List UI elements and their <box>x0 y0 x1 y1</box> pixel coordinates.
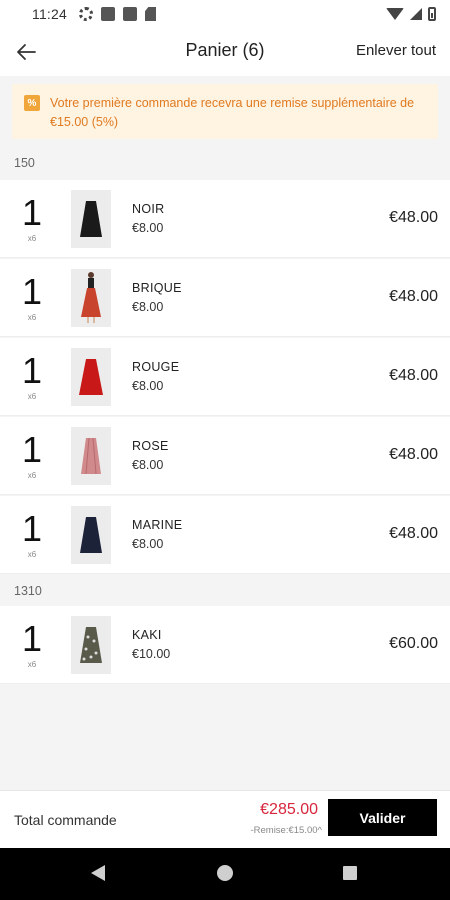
item-unit-price: €8.00 <box>132 379 164 393</box>
cart-item[interactable]: 1 x6 ROSE €8.00 €48.00 <box>0 417 450 495</box>
notification-square-icon <box>101 7 115 21</box>
sd-card-icon <box>145 7 156 21</box>
cart-item[interactable]: 1 x6 ROUGE €8.00 €48.00 <box>0 338 450 416</box>
signal-icon <box>410 8 422 20</box>
product-image[interactable] <box>71 190 111 248</box>
quantity-value: 1 <box>21 618 43 659</box>
checkout-footer: Total commande €285.00 -Remise:€15.00^ V… <box>0 790 450 848</box>
recent-apps-square-icon[interactable] <box>343 866 357 880</box>
skirt-icon <box>80 201 102 237</box>
item-unit-price: €8.00 <box>132 300 164 314</box>
home-circle-icon[interactable] <box>217 865 233 881</box>
group-header: 1310 <box>0 574 450 608</box>
item-total: €48.00 <box>389 525 438 542</box>
item-name: NOIR <box>132 202 165 216</box>
discount-note: -Remise:€15.00 <box>250 825 318 836</box>
item-unit-price: €8.00 <box>132 537 164 551</box>
quantity-value: 1 <box>21 508 43 549</box>
item-total: €60.00 <box>389 635 438 652</box>
quantity-multiplier: x6 <box>27 550 37 559</box>
group-label: 1310 <box>14 584 42 598</box>
quantity-multiplier: x6 <box>27 471 37 480</box>
item-name: MARINE <box>132 518 183 532</box>
item-total: €48.00 <box>389 209 438 226</box>
quantity[interactable]: 1 x6 <box>12 350 52 402</box>
product-image[interactable] <box>71 269 111 327</box>
status-time: 11:24 <box>32 6 67 22</box>
quantity-multiplier: x6 <box>27 313 37 322</box>
quantity-value: 1 <box>21 271 43 312</box>
quantity-value: 1 <box>21 350 43 391</box>
back-triangle-icon[interactable] <box>91 865 105 881</box>
total-label: Total commande <box>14 812 117 828</box>
item-name: KAKI <box>132 628 162 642</box>
quantity-multiplier: x6 <box>27 234 37 243</box>
promo-text: Votre première commande recevra une remi… <box>50 96 415 129</box>
item-name: BRIQUE <box>132 281 182 295</box>
group-header: 150 <box>0 146 450 180</box>
quantity[interactable]: 1 x6 <box>12 192 52 244</box>
product-image[interactable] <box>71 616 111 674</box>
total-price: €285.00 <box>260 801 318 818</box>
item-unit-price: €8.00 <box>132 458 164 472</box>
item-name: ROUGE <box>132 360 180 374</box>
battery-icon <box>428 7 436 21</box>
item-total: €48.00 <box>389 446 438 463</box>
quantity-value: 1 <box>21 192 43 233</box>
cart-item[interactable]: 1 x6 BRIQUE €8.00 €48.00 <box>0 259 450 337</box>
cart-item[interactable]: 1 x6 KAKI €10.00 €60.00 <box>0 606 450 684</box>
item-name: ROSE <box>132 439 169 453</box>
quantity-multiplier: x6 <box>27 660 37 669</box>
cart-item[interactable]: 1 x6 NOIR €8.00 €48.00 <box>0 180 450 258</box>
group-label: 150 <box>14 156 35 170</box>
model-skirt-icon <box>81 272 101 323</box>
promo-banner: % Votre première commande recevra une re… <box>12 84 438 139</box>
product-image[interactable] <box>71 427 111 485</box>
product-image[interactable] <box>71 506 111 564</box>
skirt-icon <box>81 437 101 475</box>
item-total: €48.00 <box>389 288 438 305</box>
skirt-icon <box>79 359 103 395</box>
discount-toggle[interactable]: -Remise:€15.00^ <box>250 825 322 836</box>
skirt-icon <box>80 627 102 663</box>
skirt-icon <box>80 517 102 553</box>
quantity[interactable]: 1 x6 <box>12 508 52 560</box>
validate-button[interactable]: Valider <box>328 799 437 836</box>
notification-square-icon <box>123 7 137 21</box>
quantity[interactable]: 1 x6 <box>12 618 52 670</box>
quantity-value: 1 <box>21 429 43 470</box>
system-nav-bar <box>0 848 450 900</box>
cart-item[interactable]: 1 x6 MARINE €8.00 €48.00 <box>0 496 450 574</box>
product-image[interactable] <box>71 348 111 406</box>
wifi-icon <box>386 8 404 20</box>
gear-icon <box>79 7 93 21</box>
app-bar: Panier (6) Enlever tout <box>0 28 450 76</box>
item-unit-price: €10.00 <box>132 647 171 661</box>
quantity[interactable]: 1 x6 <box>12 271 52 323</box>
chevron-up-icon: ^ <box>317 825 322 836</box>
quantity[interactable]: 1 x6 <box>12 429 52 481</box>
status-bar: 11:24 <box>0 0 450 28</box>
item-total: €48.00 <box>389 367 438 384</box>
quantity-multiplier: x6 <box>27 392 37 401</box>
remove-all-button[interactable]: Enlever tout <box>356 42 436 59</box>
percent-icon: % <box>24 95 40 111</box>
item-unit-price: €8.00 <box>132 221 164 235</box>
